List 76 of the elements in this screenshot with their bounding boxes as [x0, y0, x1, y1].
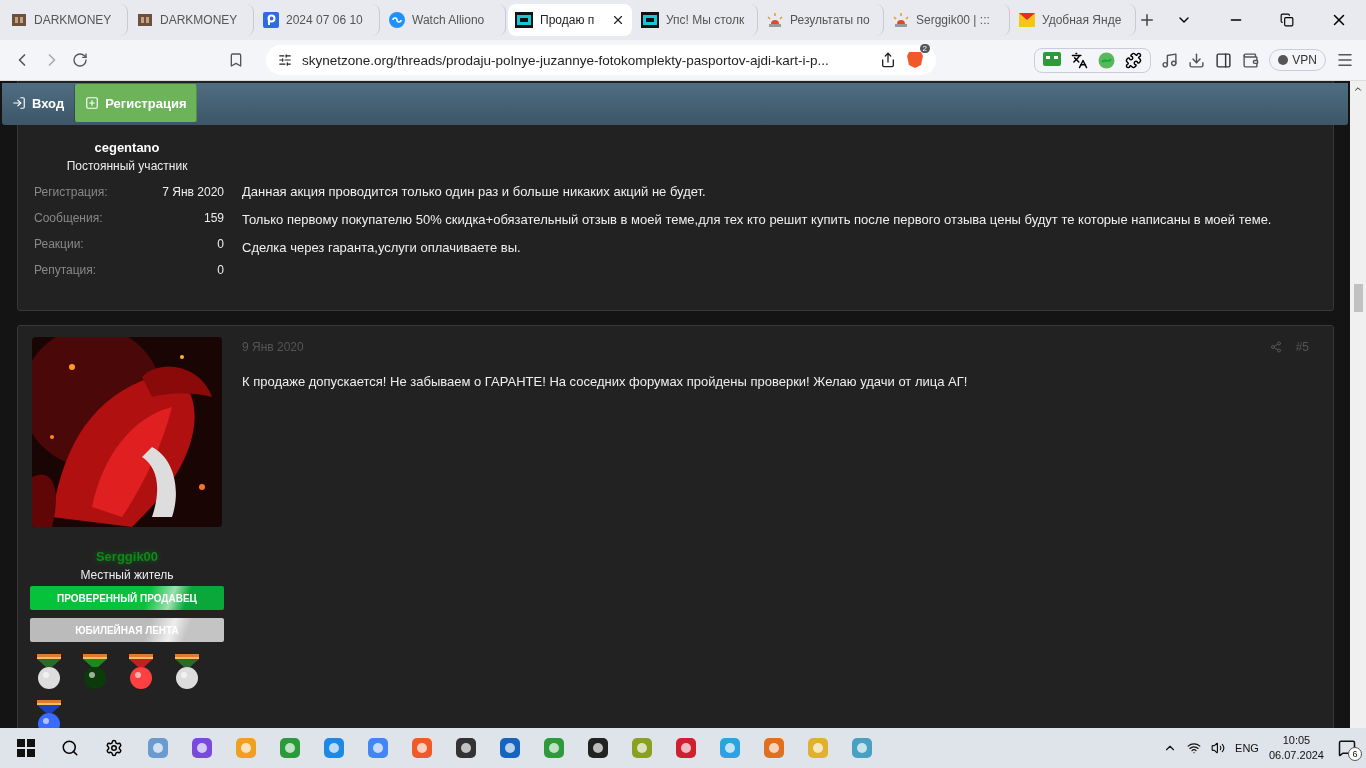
browser-tab[interactable]: Продаю п [508, 4, 632, 36]
restore-icon[interactable] [1280, 13, 1294, 27]
stat-value: 0 [217, 263, 224, 277]
mail-icon [1019, 13, 1035, 27]
browser-tab[interactable]: Упс! Мы столк [634, 4, 758, 36]
scroll-up-icon[interactable] [1353, 84, 1363, 94]
medal-icon [82, 654, 108, 690]
medal-icon [128, 654, 154, 690]
medal-icon [36, 654, 62, 690]
browser-tab[interactable]: DARKMONEY [130, 4, 254, 36]
count-badge: 2 [919, 43, 930, 53]
share-icon[interactable] [880, 52, 896, 68]
stat-value: 7 Янв 2020 [162, 185, 224, 199]
volume-icon[interactable] [1211, 741, 1226, 755]
tab-logo-icon [263, 12, 279, 28]
stat-label: Репутация: [34, 263, 97, 277]
browser-tab[interactable]: Удобная Янде [1012, 4, 1136, 36]
tab-logo-icon [515, 12, 533, 28]
browser-tab[interactable]: 2024 07 06 10 [256, 4, 380, 36]
stat-label: Сообщения: [34, 211, 103, 225]
dot-icon [1278, 55, 1289, 65]
app-icon[interactable] [455, 737, 477, 759]
user-title: Местный житель [80, 568, 174, 582]
stat-value: 0 [217, 237, 224, 251]
vpn-button[interactable]: VPN [1269, 49, 1326, 71]
stat-label: Реакции: [34, 237, 84, 251]
address-field[interactable]: skynetzone.org/threads/prodaju-polnye-juzannye-fotokomplekty-pasportov-ajdi-kart-i-p... 2 [266, 45, 936, 75]
notifications-icon[interactable] [1338, 739, 1356, 757]
download-icon[interactable] [1188, 51, 1206, 69]
wifi-icon[interactable] [1187, 741, 1202, 755]
site-settings-icon[interactable] [278, 53, 292, 67]
browser-tab[interactable]: DARKMONEY [4, 4, 128, 36]
medal-icon [36, 700, 62, 728]
stat-label: Регистрация: [34, 185, 108, 199]
browser-tab[interactable]: Результаты по [760, 4, 884, 36]
medal-icon [174, 654, 200, 690]
lion-shield-icon[interactable] [906, 49, 924, 68]
windows-logo-icon[interactable] [17, 739, 35, 757]
username[interactable]: cegentano [94, 140, 160, 155]
extensions-icon[interactable] [1125, 51, 1143, 69]
post-text: Только первому покупателю 50% скидка+обязательный отзыв в моей теме,для тех кто решит купить после первого отзыва цены будут те которые написаны в моей теме. [242, 211, 1273, 229]
bookmark-icon[interactable] [228, 52, 244, 68]
settings-icon[interactable] [105, 739, 123, 757]
stat-value: 159 [203, 211, 224, 225]
post-text: Сделка через гаранта,услуги оплачиваете вы. [242, 239, 522, 257]
notification-count: 6 [1348, 747, 1362, 761]
user-title: Постоянный участник [66, 159, 188, 173]
login-icon [12, 96, 26, 110]
wallet-icon[interactable] [1242, 51, 1260, 69]
tab-logo-icon [137, 12, 153, 28]
translate-icon[interactable] [1071, 51, 1089, 69]
plus-icon [85, 96, 100, 110]
extension-icon[interactable] [1043, 52, 1062, 68]
tab-logo-icon [11, 12, 27, 28]
search-icon[interactable] [61, 739, 79, 757]
post-text: К продаже допускается! Не забываем о ГАРАНТЕ! На соседних форумах пройдены проверки! Желаю удачи от лица АГ! [242, 373, 969, 391]
reload-icon[interactable] [72, 52, 88, 68]
username[interactable]: Serggik00 [95, 549, 159, 564]
music-icon[interactable] [1161, 51, 1179, 69]
siren-icon [893, 12, 909, 28]
post-text: Данная акция проводится только один раз и больше никаких акций не будет. [242, 183, 707, 201]
tab-logo-icon [641, 12, 659, 28]
siren-icon [767, 12, 783, 28]
scrollbar-thumb[interactable] [1353, 284, 1363, 312]
browser-tab[interactable]: Watch Alliono [382, 4, 506, 36]
new-tab-icon[interactable] [1138, 11, 1156, 29]
extension-icon[interactable] [1098, 51, 1116, 69]
scrollbar[interactable] [1350, 81, 1366, 728]
app-icon[interactable] [587, 737, 609, 759]
user-banner: ПРОВЕРЕННЫЙ ПРОДАВЕЦ [30, 586, 224, 610]
language-indicator[interactable]: ENG [1235, 742, 1259, 754]
menu-icon[interactable] [1336, 51, 1354, 69]
clock[interactable]: 10:05 06.07.2024 [1268, 733, 1324, 763]
sidebar-icon[interactable] [1215, 51, 1233, 69]
close-icon[interactable] [611, 13, 625, 27]
browser-tab[interactable]: Serggik00 | ::: [886, 4, 1010, 36]
